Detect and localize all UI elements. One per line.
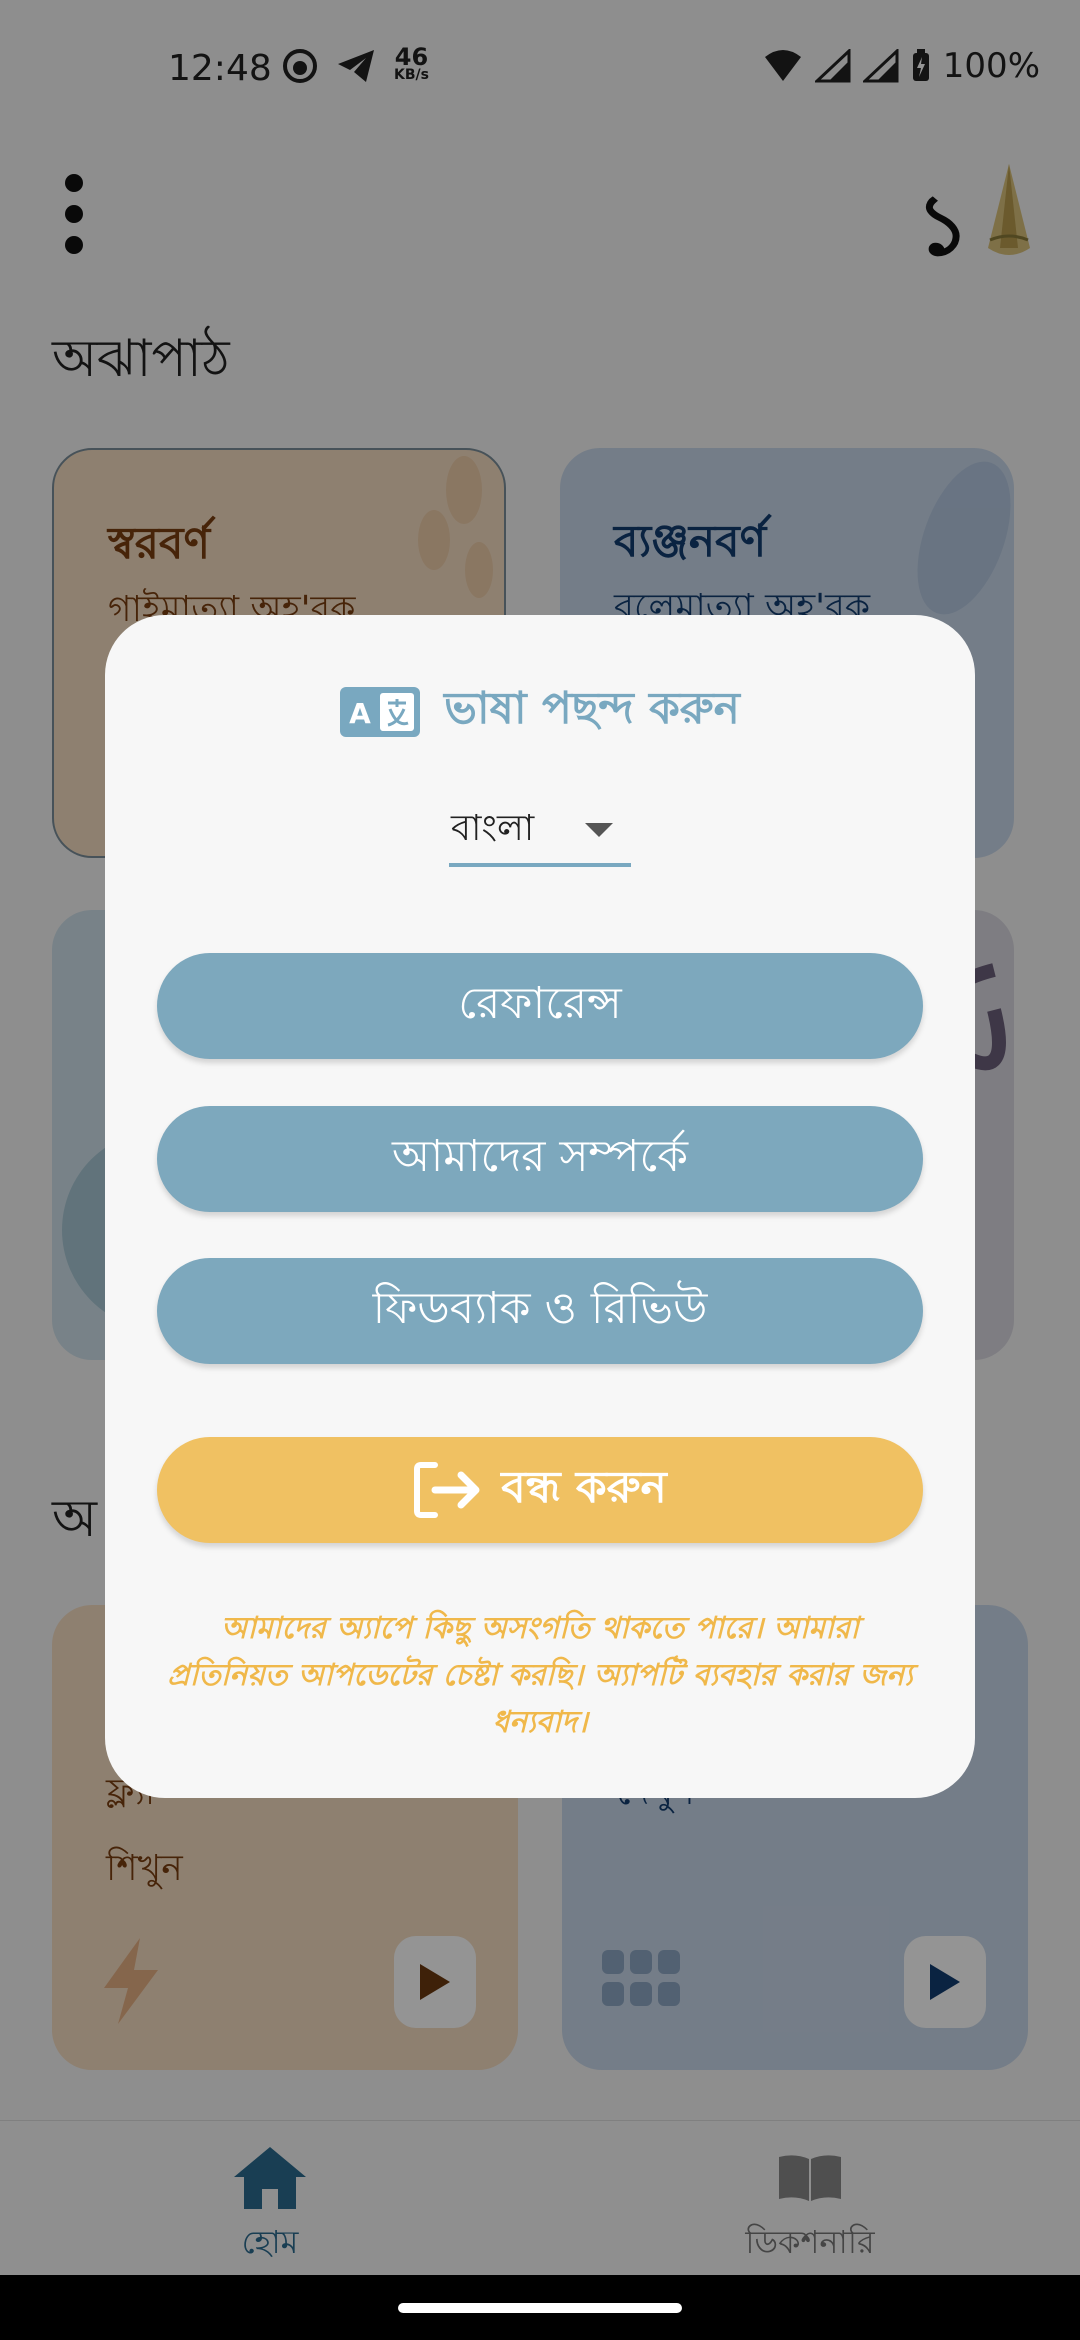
language-dropdown[interactable]: বাংলা <box>449 793 631 867</box>
exit-icon <box>414 1462 480 1518</box>
disclaimer-note: আমাদের অ্যাপে কিছু অসংগতি থাকতে পারে। আম… <box>167 1611 913 1740</box>
home-gesture-handle[interactable] <box>398 2303 682 2313</box>
language-dialog: A ভাষা পছন্দ করুন বাংলা রেফারেন্স আমাদের… <box>105 615 975 1798</box>
close-button[interactable]: বন্ধ করুন <box>157 1437 923 1543</box>
language-dropdown-value: বাংলা <box>451 808 535 849</box>
translate-icon: A <box>340 686 421 737</box>
dropdown-caret-icon <box>585 823 613 837</box>
gesture-navigation-bar <box>0 2275 1080 2340</box>
dialog-title: ভাষা পছন্দ করুন <box>444 683 740 734</box>
about-us-button[interactable]: আমাদের সম্পর্কে <box>157 1106 923 1212</box>
reference-button[interactable]: রেফারেন্স <box>157 953 923 1059</box>
feedback-review-button[interactable]: ফিডব্যাক ও রিভিউ <box>157 1258 923 1364</box>
svg-text:A: A <box>349 697 371 730</box>
close-button-label: বন্ধ করুন <box>501 1461 667 1513</box>
